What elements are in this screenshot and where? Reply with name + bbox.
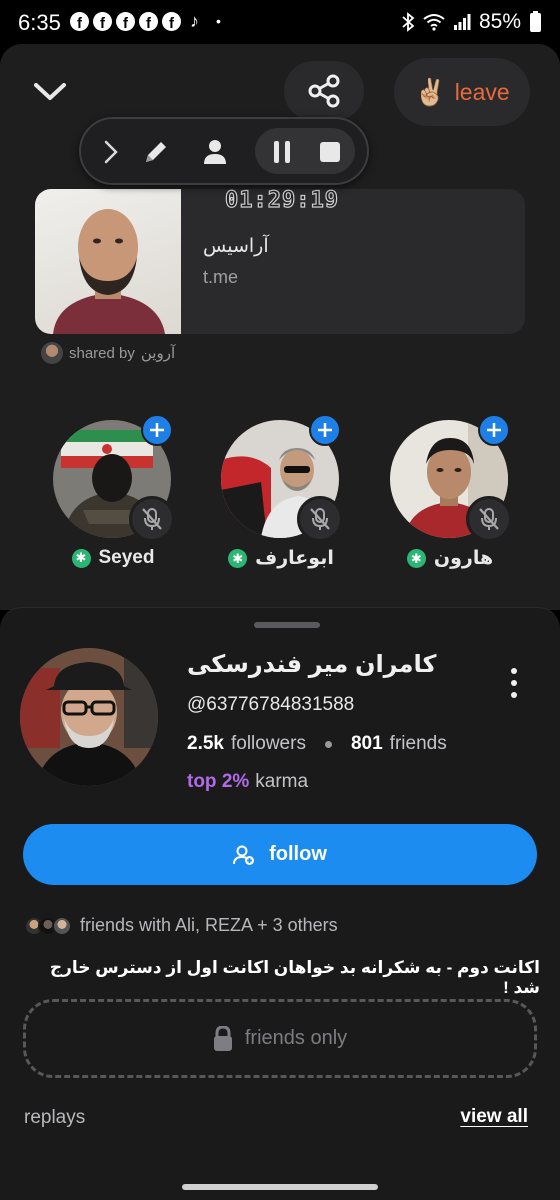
pause-icon[interactable] [271, 140, 293, 164]
sharer-name: آروین [140, 345, 176, 362]
replays-heading: replays [24, 1107, 86, 1128]
mic-off-icon [310, 508, 330, 530]
friends-count: 801 [350, 733, 383, 754]
collapse-chevron-icon[interactable] [28, 70, 72, 114]
mutual-friend-avatars [24, 915, 72, 936]
facebook-icon: f [116, 12, 135, 31]
signal-icon [453, 14, 471, 30]
notification-icons: f f f f f ♪ • [70, 12, 221, 31]
facebook-icon: f [93, 12, 112, 31]
link-thumbnail [35, 189, 181, 334]
link-title: آراسیس [203, 236, 269, 257]
status-time: 6:35 [18, 10, 61, 35]
expand-chevron-icon[interactable] [101, 139, 121, 165]
speaker-name: هارون [433, 548, 494, 569]
friends-label[interactable]: friends [390, 733, 447, 755]
muted-mic-badge [466, 496, 512, 542]
link-domain: t.me [203, 267, 239, 287]
plus-icon [318, 423, 332, 437]
add-person-icon [233, 845, 255, 865]
shared-by: shared by آروین [41, 342, 175, 364]
facebook-icon: f [70, 12, 89, 31]
profile-avatar[interactable] [20, 648, 158, 786]
plus-icon [150, 423, 164, 437]
stats-separator [324, 740, 332, 748]
more-options-icon[interactable] [504, 668, 524, 698]
view-all-link[interactable]: view all [460, 1106, 528, 1128]
online-badge-icon: ✱ [71, 548, 91, 568]
add-speaker-button[interactable] [309, 414, 341, 446]
lock-icon [213, 1025, 232, 1051]
system-tray: 85% [401, 10, 542, 34]
add-speaker-button[interactable] [141, 414, 173, 446]
sheet-drag-handle[interactable] [254, 622, 320, 628]
profile-sheet: کامران میر فندرسکی @63776784831588 2.5k … [0, 607, 560, 1200]
karma-label: karma [255, 771, 309, 792]
battery-percent: 85% [478, 10, 521, 33]
mutual-friends[interactable]: friends with Ali, REZA + 3 others [24, 915, 338, 936]
facebook-icon: f [162, 12, 181, 31]
speaker-name-row: ✱ هارون [370, 547, 530, 570]
followers-label[interactable]: followers [231, 733, 306, 755]
mutual-friends-text: friends with Ali, REZA + 3 others [80, 915, 338, 935]
leave-label: leave [454, 78, 510, 105]
mic-off-icon [142, 508, 162, 530]
stop-icon[interactable] [319, 141, 341, 163]
profile-handle: @63776784831588 [187, 694, 355, 715]
share-icon [308, 74, 340, 108]
friends-only-label: friends only [244, 1027, 348, 1049]
home-indicator[interactable] [182, 1184, 378, 1190]
bluetooth-icon [402, 12, 415, 32]
follow-button[interactable]: follow [23, 824, 537, 885]
recording-timer: 01:29:19 [224, 187, 339, 213]
leave-button[interactable]: ✌🏼 leave [394, 58, 530, 126]
friends-only-box: friends only [23, 999, 537, 1078]
followers-count: 2.5k [187, 733, 224, 754]
tiktok-icon: ♪ [190, 11, 199, 31]
plus-icon [487, 423, 501, 437]
battery-icon [530, 11, 541, 32]
facebook-icon: f [139, 12, 158, 31]
playback-controls [255, 128, 355, 174]
mic-off-icon [479, 508, 499, 530]
speaker-name-row: ✱ ابوعارف [201, 547, 361, 570]
pencil-icon[interactable] [141, 137, 171, 167]
profile-bio: اکانت دوم - به شکرانه بد خواهان اکانت او… [49, 958, 540, 997]
speaker-name-row: ✱ Seyed [33, 547, 193, 569]
more-notifications-icon: • [216, 13, 221, 29]
profile-stats: 2.5k followers 801 friends [187, 733, 447, 755]
online-badge-icon: ✱ [406, 549, 426, 568]
speaker-name: ابوعارف [255, 548, 334, 569]
speaker-name: Seyed [98, 547, 155, 568]
follow-label: follow [269, 843, 327, 865]
muted-mic-badge [129, 496, 175, 542]
recording-toolbar [79, 117, 369, 185]
online-badge-icon: ✱ [228, 549, 248, 568]
share-button[interactable] [284, 61, 364, 121]
add-speaker-button[interactable] [478, 414, 510, 446]
muted-mic-badge [297, 496, 343, 542]
profile-name: کامران میر فندرسکی [187, 651, 437, 678]
sharer-avatar [41, 342, 63, 364]
karma-row: top 2% karma [187, 771, 308, 793]
person-icon[interactable] [201, 138, 229, 166]
karma-rank: top 2% [187, 771, 250, 792]
wifi-icon [423, 14, 445, 31]
shared-by-prefix: shared by [69, 344, 135, 362]
victory-hand-icon: ✌🏼 [414, 76, 447, 107]
status-bar: 6:35 f f f f f ♪ • 85% [0, 0, 560, 44]
